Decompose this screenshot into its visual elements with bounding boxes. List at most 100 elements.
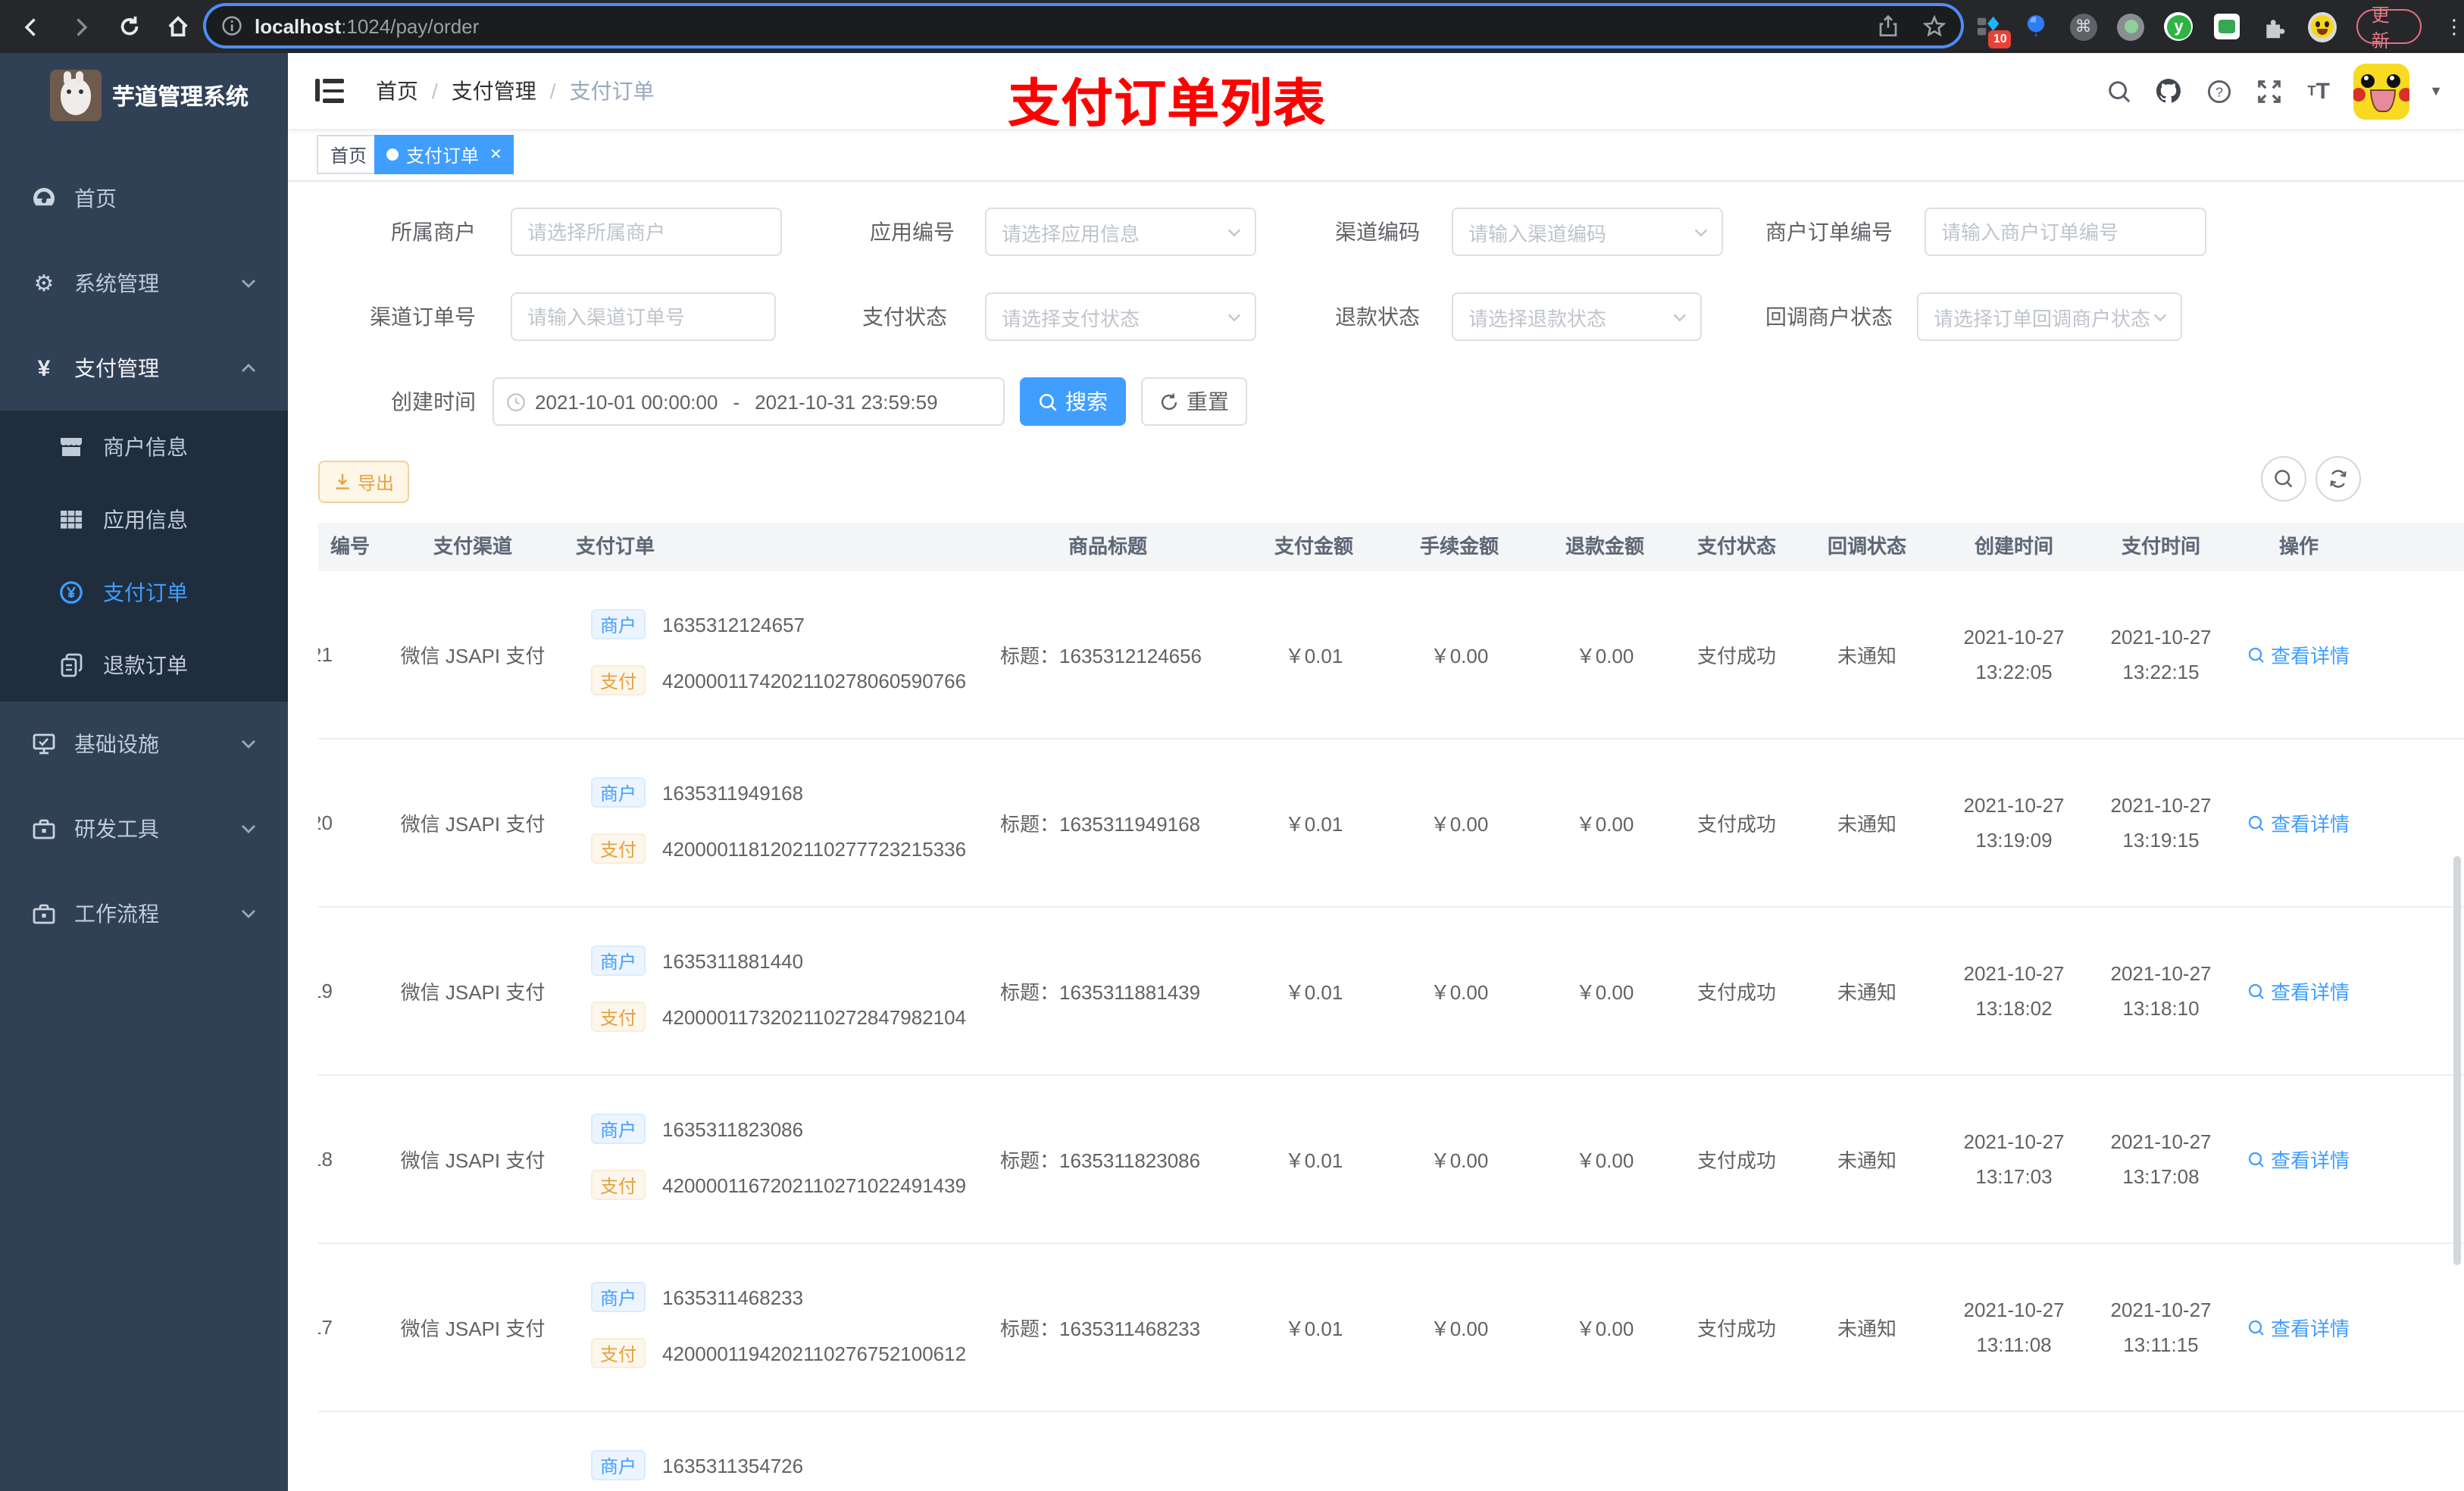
cell-fee: ￥0.00	[1430, 1149, 1489, 1172]
reset-button[interactable]: 重置	[1141, 377, 1247, 426]
table-toolbar: 导出	[288, 450, 2464, 511]
sidebar-item-home[interactable]: 首页	[0, 156, 288, 241]
refresh-button[interactable]	[2315, 456, 2361, 502]
search-icon	[1039, 392, 1057, 411]
extension-dot-icon[interactable]	[2117, 12, 2145, 41]
owner-label: 所属商户	[391, 220, 476, 244]
extension-chat-icon[interactable]	[2213, 12, 2241, 41]
sidebar-item-label: 基础设施	[74, 732, 159, 756]
breadcrumb-pay-manage[interactable]: 支付管理	[452, 76, 536, 106]
yen-circle-icon	[59, 580, 83, 605]
sidebar-item-label: 工作流程	[74, 902, 159, 926]
sidebar-item-devtools[interactable]: 研发工具	[0, 786, 288, 871]
view-detail-link[interactable]: 查看详情	[2215, 640, 2382, 669]
date-end[interactable]: 2021-10-31 23:59:59	[755, 390, 937, 413]
sidebar-item-payment[interactable]: ¥ 支付管理	[0, 326, 288, 411]
dashboard-icon	[32, 186, 56, 211]
back-icon[interactable]	[18, 13, 45, 40]
sidebar-submenu-payment: 商户信息 应用信息 支付订单 退款订单	[0, 411, 288, 702]
cell-title: 标题：1635311949168	[1000, 813, 1201, 836]
chevron-down-icon	[239, 820, 258, 838]
tab-pay-order[interactable]: 支付订单 ✕	[374, 135, 514, 174]
breadcrumb-home[interactable]: 首页	[376, 76, 418, 106]
forward-icon[interactable]	[67, 13, 94, 40]
search-button[interactable]: 搜索	[1020, 377, 1126, 426]
cell-create-time: 2021-10-27 13:11:08	[1963, 1299, 2065, 1356]
export-button[interactable]: 导出	[318, 461, 410, 503]
app-select[interactable]: 请选择应用信息	[985, 208, 1256, 256]
search-icon	[2249, 646, 2265, 662]
view-detail-link[interactable]: 查看详情	[2215, 977, 2382, 1005]
extension-balloon-icon[interactable]	[2022, 12, 2050, 41]
sidebar-item-system[interactable]: ⚙ 系统管理	[0, 241, 288, 326]
sidebar-item-app-info[interactable]: 应用信息	[0, 483, 288, 556]
font-size-icon[interactable]: TT	[2303, 76, 2334, 106]
channel-order-input[interactable]	[511, 292, 776, 341]
sidebar-item-infra[interactable]: 基础设施	[0, 702, 288, 786]
tab-home[interactable]: 首页	[317, 135, 381, 174]
cell-fee: ￥0.00	[1430, 1318, 1489, 1340]
breadcrumb-current: 支付订单	[569, 79, 655, 103]
col-fee: 手续金额	[1419, 535, 1499, 558]
reload-icon[interactable]	[115, 13, 142, 40]
chevron-down-icon	[239, 905, 258, 923]
sidebar-item-pay-order[interactable]: 支付订单	[0, 556, 288, 629]
collapse-sidebar-icon[interactable]	[315, 77, 346, 105]
extensions-puzzle-icon[interactable]	[2260, 12, 2288, 41]
scrollbar-thumb[interactable]	[2453, 856, 2461, 1265]
sidebar-item-refund-order[interactable]: 退款订单	[0, 629, 288, 702]
sidebar-item-merchant-info[interactable]: 商户信息	[0, 411, 288, 483]
view-detail-link[interactable]: 查看详情	[2215, 1145, 2382, 1174]
cell-title: 标题：1635311468233	[1000, 1318, 1201, 1340]
col-channel: 支付渠道	[433, 535, 512, 558]
pay-tag: 支付	[591, 1170, 646, 1200]
download-icon	[336, 474, 349, 489]
app-label: 应用编号	[870, 220, 955, 244]
address-bar[interactable]: localhost:1024/pay/order	[206, 6, 1961, 45]
table-row: 19 微信 JSAPI 支付 商户1635311881440 支付4200001…	[318, 908, 2464, 1076]
help-icon[interactable]: ?	[2203, 76, 2234, 106]
sidebar-item-label: 首页	[74, 186, 117, 211]
callback-status-select[interactable]: 请选择订单回调商户状态	[1917, 292, 2182, 341]
owner-input[interactable]	[511, 208, 782, 256]
merchant-tag: 商户	[591, 1282, 646, 1312]
col-actions: 操作	[2278, 535, 2319, 558]
hide-search-button[interactable]	[2261, 456, 2306, 502]
extension-y-icon[interactable]: y	[2164, 12, 2194, 41]
github-icon[interactable]	[2153, 76, 2184, 106]
fullscreen-icon[interactable]	[2253, 76, 2284, 106]
close-icon[interactable]: ✕	[489, 146, 502, 163]
cell-pay-status: 支付成功	[1696, 981, 1776, 1004]
app-logo[interactable]: 芋道管理系统	[0, 53, 288, 138]
extension-cmd-icon[interactable]: ⌘	[2069, 12, 2097, 41]
merchant-order-input[interactable]	[1925, 208, 2206, 256]
chevron-down-icon	[1671, 308, 1688, 325]
extension-emoji-icon[interactable]	[2307, 11, 2337, 42]
home-icon[interactable]	[164, 13, 191, 40]
share-icon[interactable]	[1878, 14, 1899, 37]
merchant-tag: 商户	[591, 1450, 646, 1480]
info-icon[interactable]	[221, 15, 242, 36]
create-time-label: 创建时间	[391, 389, 476, 414]
sidebar-item-workflow[interactable]: 工作流程	[0, 871, 288, 956]
cell-create-time: 2021-10-27 13:18:02	[1963, 962, 2065, 1020]
search-icon[interactable]	[2103, 76, 2134, 106]
cell-pay-time: 2021-10-27 13:11:15	[2110, 1299, 2212, 1356]
date-start[interactable]: 2021-10-01 00:00:00	[535, 390, 718, 413]
documents-icon	[59, 653, 83, 677]
extension-pin-icon[interactable]: 10	[1975, 12, 2012, 48]
view-detail-link[interactable]: 查看详情	[2215, 808, 2382, 837]
channel-order-label: 渠道订单号	[370, 305, 476, 329]
browser-update-button[interactable]: 更新	[2356, 4, 2422, 51]
cell-notify-status: 未通知	[1837, 645, 1896, 667]
view-detail-link[interactable]: 查看详情	[2215, 1313, 2382, 1342]
refund-status-select[interactable]: 请选择退款状态	[1452, 292, 1702, 341]
avatar-caret-icon[interactable]: ▼	[2429, 83, 2443, 98]
date-range-input[interactable]: 2021-10-01 00:00:00 - 2021-10-31 23:59:5…	[492, 377, 1005, 426]
avatar[interactable]	[2353, 63, 2410, 119]
browser-menu-icon[interactable]: ⋮	[2444, 14, 2464, 39]
merchant-tag: 商户	[591, 777, 646, 808]
pay-status-select[interactable]: 请选择支付状态	[985, 292, 1256, 341]
channel-code-select[interactable]: 请输入渠道编码	[1452, 208, 1723, 256]
bookmark-star-icon[interactable]	[1923, 14, 1946, 37]
